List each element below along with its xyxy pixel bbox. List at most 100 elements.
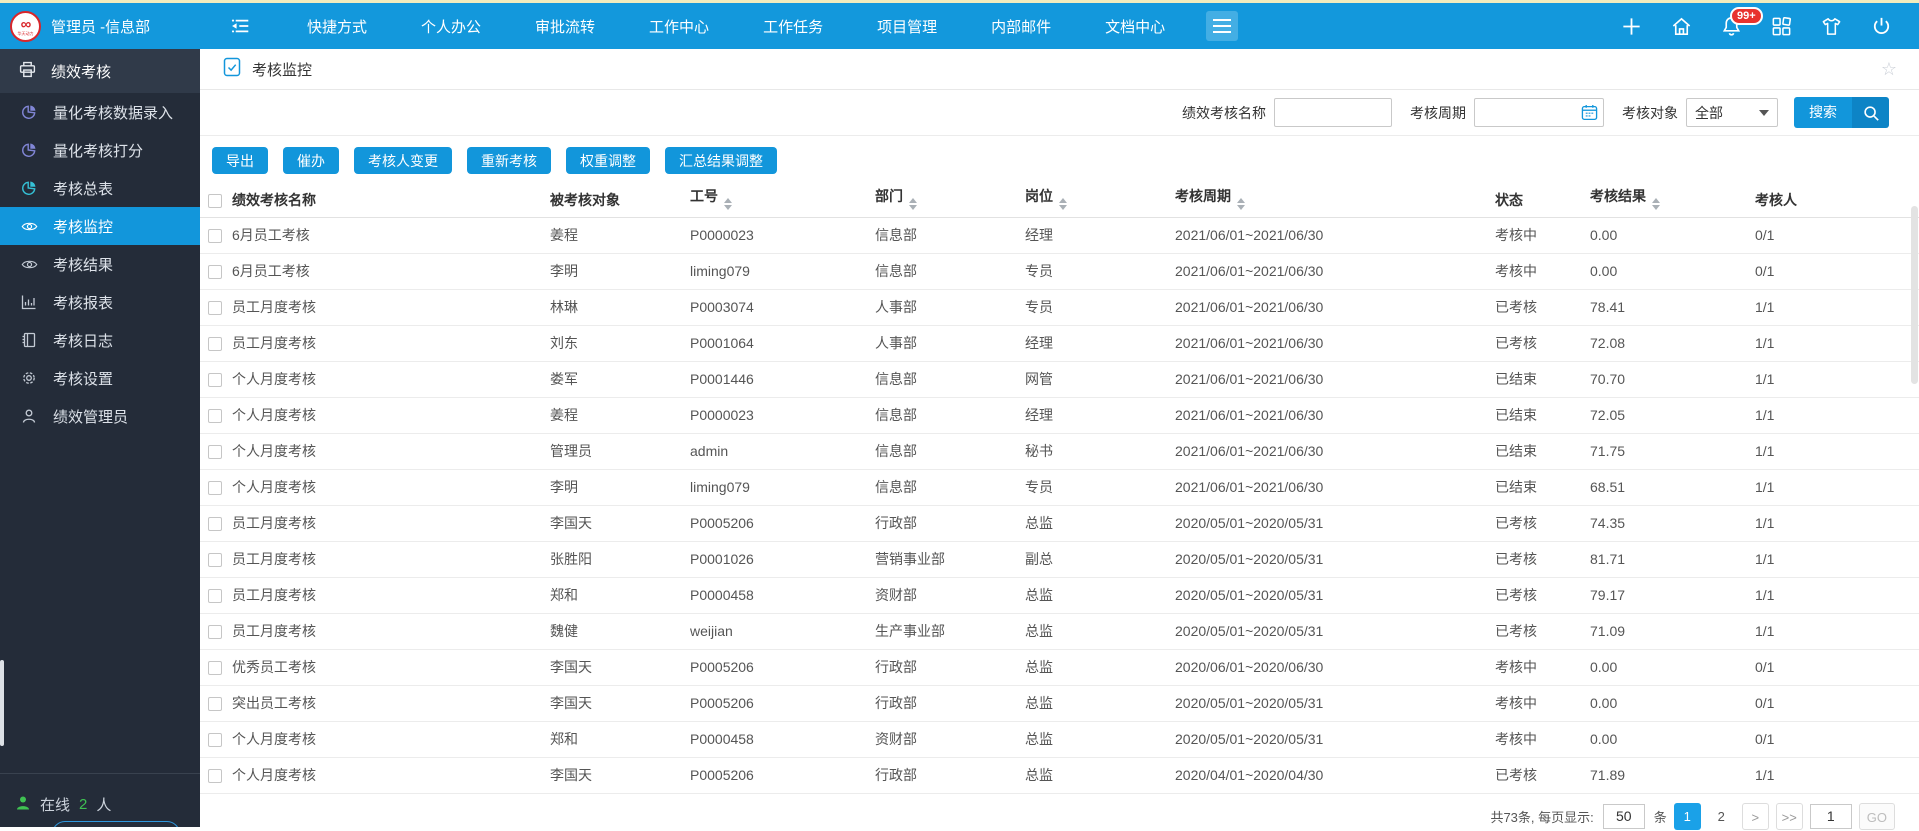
- sidebar-scrollbar[interactable]: [0, 660, 4, 746]
- sidebar-item[interactable]: 量化考核打分: [0, 131, 200, 169]
- toolbar-button[interactable]: 重新考核: [467, 147, 551, 174]
- sidebar-module-header[interactable]: 绩效考核: [0, 49, 200, 93]
- table-scrollbar[interactable]: [1911, 206, 1918, 384]
- cell-period: 2021/06/01~2021/06/30: [1175, 289, 1495, 326]
- bell-icon[interactable]: 99+: [1720, 6, 1763, 38]
- sort-icon[interactable]: [724, 194, 732, 214]
- sidebar-bottom-pill[interactable]: [52, 821, 180, 827]
- cell-result: 71.75: [1590, 433, 1755, 470]
- topbar-menu-item[interactable]: 项目管理: [850, 16, 964, 37]
- cell-dept: 信息部: [875, 397, 1025, 434]
- row-checkbox[interactable]: [208, 229, 222, 244]
- column-header[interactable]: 考核人: [1755, 184, 1919, 218]
- row-checkbox[interactable]: [208, 301, 222, 316]
- topbar-menu-item[interactable]: 工作任务: [736, 16, 850, 37]
- pie-chart-icon: [21, 142, 38, 158]
- column-header-label: 部门: [875, 188, 903, 205]
- column-header[interactable]: 考核周期: [1175, 184, 1495, 218]
- page-size-unit: 条: [1653, 809, 1667, 825]
- pager-page-button[interactable]: 1: [1673, 802, 1701, 830]
- row-checkbox[interactable]: [208, 661, 222, 676]
- sidebar-item[interactable]: 绩效管理员: [0, 397, 200, 435]
- search-target-select[interactable]: 全部: [1686, 98, 1778, 127]
- breadcrumb: 考核监控 ☆: [200, 49, 1919, 90]
- cell-target: 李明: [550, 253, 690, 290]
- cell-assessor: 1/1: [1755, 541, 1919, 578]
- toolbar-button[interactable]: 催办: [283, 147, 339, 174]
- cell-dept: 行政部: [875, 757, 1025, 794]
- column-header[interactable]: 考核结果: [1590, 184, 1755, 218]
- cell-emp_no: P0005206: [690, 505, 875, 542]
- cell-assessor: 1/1: [1755, 505, 1919, 542]
- pager-arrow-button[interactable]: >>: [1775, 802, 1803, 830]
- cell-assessor: 1/1: [1755, 577, 1919, 614]
- sidebar-item[interactable]: 考核设置: [0, 359, 200, 397]
- topbar-menu-item[interactable]: 内部邮件: [964, 16, 1078, 37]
- home-icon[interactable]: [1670, 15, 1693, 38]
- row-checkbox[interactable]: [208, 517, 222, 532]
- topbar-menu-item[interactable]: 文档中心: [1078, 16, 1192, 37]
- row-checkbox[interactable]: [208, 409, 222, 424]
- cell-post: 总监: [1025, 721, 1175, 758]
- row-checkbox[interactable]: [208, 625, 222, 640]
- sort-icon[interactable]: [1237, 194, 1245, 214]
- row-checkbox[interactable]: [208, 445, 222, 460]
- sidebar-item[interactable]: 考核日志: [0, 321, 200, 359]
- pager-page-button[interactable]: 2: [1708, 803, 1735, 830]
- sidebar-item[interactable]: 考核总表: [0, 169, 200, 207]
- row-checkbox[interactable]: [208, 697, 222, 712]
- search-period-input[interactable]: [1474, 98, 1604, 127]
- theme-icon[interactable]: [1820, 15, 1843, 38]
- power-icon[interactable]: [1870, 15, 1893, 38]
- goto-page-input[interactable]: [1809, 803, 1852, 829]
- cell-name: 个人月度考核: [232, 433, 550, 470]
- cell-assessor: 0/1: [1755, 649, 1919, 686]
- go-button[interactable]: GO: [1858, 802, 1895, 830]
- toolbar-button[interactable]: 汇总结果调整: [665, 147, 777, 174]
- row-checkbox[interactable]: [208, 589, 222, 604]
- cell-target: 管理员: [550, 433, 690, 470]
- column-header[interactable]: 部门: [875, 184, 1025, 218]
- row-checkbox[interactable]: [208, 373, 222, 388]
- cell-period: 2021/06/01~2021/06/30: [1175, 253, 1495, 290]
- row-checkbox[interactable]: [208, 481, 222, 496]
- topbar-menu-item[interactable]: 工作中心: [622, 16, 736, 37]
- row-checkbox[interactable]: [208, 733, 222, 748]
- apps-grid-icon[interactable]: [1770, 15, 1793, 38]
- sidebar-item[interactable]: 考核结果: [0, 245, 200, 283]
- search-name-input[interactable]: [1274, 98, 1392, 127]
- select-all-checkbox[interactable]: [208, 194, 222, 209]
- sidebar-item[interactable]: 量化考核数据录入: [0, 93, 200, 131]
- page-size-input[interactable]: [1602, 803, 1645, 829]
- topbar-menu-item[interactable]: 快捷方式: [280, 16, 394, 37]
- topbar-menu-item[interactable]: 审批流转: [508, 16, 622, 37]
- column-header[interactable]: 工号: [690, 184, 875, 218]
- collapse-sidebar-icon[interactable]: [230, 17, 254, 35]
- row-checkbox[interactable]: [208, 553, 222, 568]
- row-checkbox[interactable]: [208, 337, 222, 352]
- toolbar-button[interactable]: 导出: [212, 147, 268, 174]
- sidebar-item-label: 绩效管理员: [53, 408, 129, 426]
- search-button[interactable]: 搜索: [1794, 97, 1889, 128]
- favorite-star-icon[interactable]: ☆: [1881, 59, 1897, 80]
- pager-arrow-button[interactable]: >: [1741, 802, 1769, 830]
- column-header[interactable]: 绩效考核名称: [232, 184, 550, 218]
- plus-icon[interactable]: [1620, 15, 1643, 38]
- toolbar-button[interactable]: 考核人变更: [354, 147, 452, 174]
- sidebar-item[interactable]: 考核监控: [0, 207, 200, 245]
- column-header[interactable]: 岗位: [1025, 184, 1175, 218]
- row-checkbox[interactable]: [208, 265, 222, 280]
- sidebar-item[interactable]: 考核报表: [0, 283, 200, 321]
- sort-icon[interactable]: [1652, 194, 1660, 214]
- column-header[interactable]: 被考核对象: [550, 184, 690, 218]
- cell-result: 71.09: [1590, 613, 1755, 650]
- toolbar-button[interactable]: 权重调整: [566, 147, 650, 174]
- more-menu-icon[interactable]: [1206, 11, 1239, 41]
- column-header[interactable]: 状态: [1495, 184, 1590, 218]
- topbar-menu-item[interactable]: 个人办公: [394, 16, 508, 37]
- row-checkbox[interactable]: [208, 769, 222, 784]
- sidebar-item-label: 量化考核打分: [53, 142, 144, 160]
- sort-icon[interactable]: [1059, 194, 1067, 214]
- cell-post: 经理: [1025, 325, 1175, 362]
- sort-icon[interactable]: [909, 194, 917, 214]
